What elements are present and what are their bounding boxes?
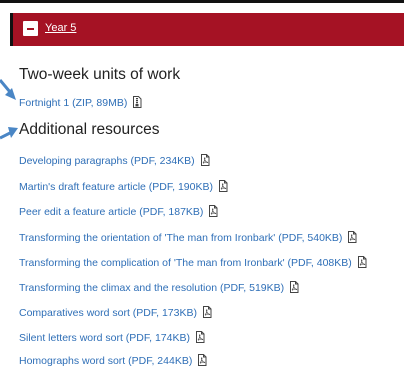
resource-link-transforming-climax[interactable]: Transforming the climax and the resoluti… — [19, 281, 299, 295]
zip-file-icon — [133, 96, 142, 108]
page: Year 5 Two-week units of work Fortnight … — [0, 0, 404, 372]
accordion-header-year-5[interactable]: Year 5 — [10, 13, 404, 46]
pdf-file-icon — [290, 281, 299, 293]
resource-link-martins-draft[interactable]: Martin's draft feature article (PDF, 190… — [19, 180, 228, 194]
resource-link-silent-letters[interactable]: Silent letters word sort (PDF, 174KB) — [19, 331, 205, 345]
resource-link-label: Martin's draft feature article (PDF, 190… — [19, 181, 213, 193]
pdf-file-icon — [202, 306, 212, 318]
resource-link-developing-paragraphs[interactable]: Developing paragraphs (PDF, 234KB) — [19, 154, 210, 168]
resource-link-peer-edit[interactable]: Peer edit a feature article (PDF, 187KB) — [19, 205, 218, 219]
accordion-title-link[interactable]: Year 5 — [45, 21, 76, 36]
pdf-file-icon — [200, 154, 210, 166]
resource-link-label: Transforming the complication of 'The ma… — [19, 257, 352, 269]
resource-link-label: Silent letters word sort (PDF, 174KB) — [19, 332, 190, 344]
pdf-file-icon — [209, 205, 218, 217]
section-heading-units: Two-week units of work — [19, 66, 181, 83]
annotation-arrow-icon — [0, 127, 18, 140]
resource-link-transforming-complication[interactable]: Transforming the complication of 'The ma… — [19, 256, 367, 270]
pdf-file-icon — [218, 180, 228, 192]
resource-link-label: Transforming the orientation of 'The man… — [19, 232, 343, 244]
resource-link-label: Transforming the climax and the resoluti… — [19, 282, 285, 294]
pdf-file-icon — [357, 256, 367, 268]
resource-link-label: Homographs word sort (PDF, 244KB) — [19, 355, 193, 367]
section-heading-additional: Additional resources — [19, 121, 160, 138]
top-divider — [0, 0, 404, 3]
resource-link-comparatives[interactable]: Comparatives word sort (PDF, 173KB) — [19, 306, 212, 320]
pdf-file-icon — [198, 354, 207, 366]
resource-link-transforming-orientation[interactable]: Transforming the orientation of 'The man… — [19, 231, 357, 245]
resource-link-label: Developing paragraphs (PDF, 234KB) — [19, 155, 195, 167]
resource-link-homographs[interactable]: Homographs word sort (PDF, 244KB) — [19, 354, 207, 368]
resource-link-label: Comparatives word sort (PDF, 173KB) — [19, 307, 197, 319]
pdf-file-icon — [348, 231, 357, 243]
pdf-file-icon — [195, 331, 205, 343]
resource-link-label: Peer edit a feature article (PDF, 187KB) — [19, 206, 204, 218]
